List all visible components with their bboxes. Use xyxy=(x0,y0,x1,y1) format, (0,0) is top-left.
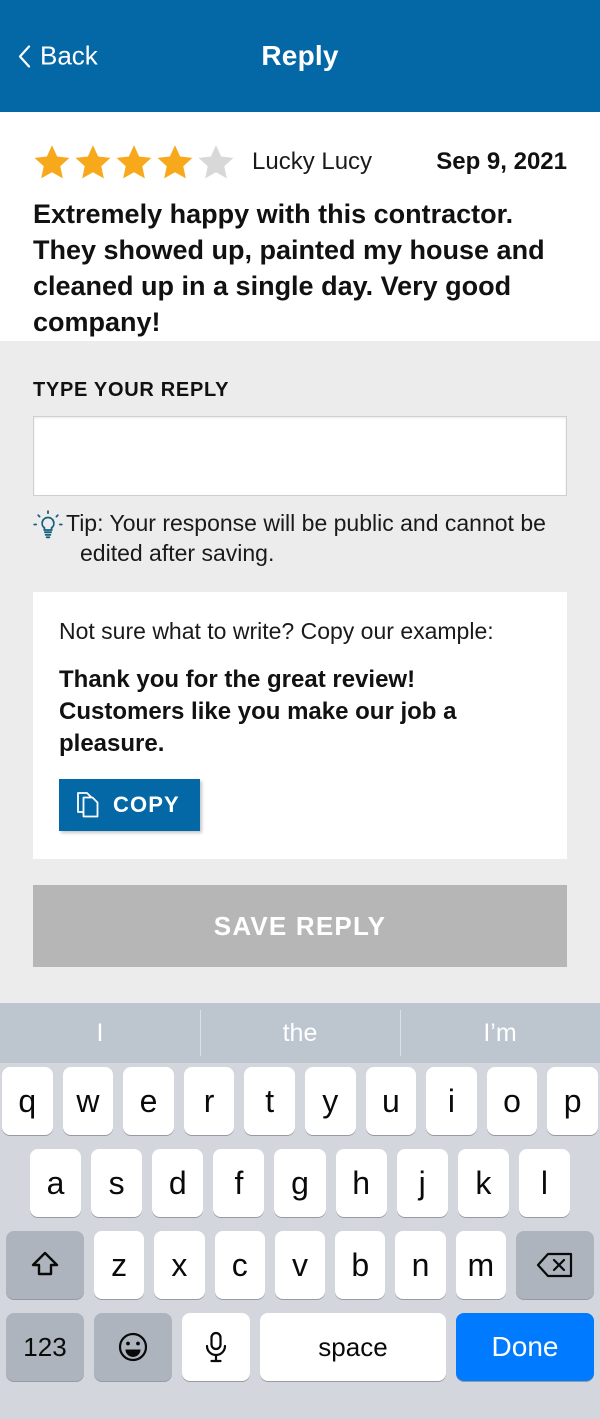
suggestion-2[interactable]: the xyxy=(200,1003,400,1063)
done-key[interactable]: Done xyxy=(456,1313,594,1381)
key-p[interactable]: p xyxy=(547,1067,598,1135)
example-prompt: Not sure what to write? Copy our example… xyxy=(59,618,494,645)
tip-line-1: Tip: Your response will be public and ca… xyxy=(66,509,546,536)
review-header-row: Lucky Lucy Sep 9, 2021 xyxy=(33,142,567,182)
microphone-key[interactable] xyxy=(182,1313,250,1381)
tip-text: Tip: Your response will be public and ca… xyxy=(63,508,546,569)
suggestion-bar: Ithe I’m xyxy=(0,1003,600,1063)
shift-icon xyxy=(28,1248,62,1282)
key-t[interactable]: t xyxy=(244,1067,295,1135)
keyboard-row-4: 123 space Done xyxy=(0,1309,600,1385)
key-r[interactable]: r xyxy=(183,1067,235,1135)
example-text: Thank you for the great review! Customer… xyxy=(59,666,457,757)
review-section: Lucky Lucy Sep 9, 2021 Extremely happy w… xyxy=(0,112,600,341)
key-d[interactable]: d xyxy=(152,1149,204,1217)
key-i[interactable]: i xyxy=(426,1067,477,1135)
copy-button-label: COPY xyxy=(113,792,180,818)
key-m[interactable]: m xyxy=(455,1231,506,1299)
example-card: Not sure what to write? Copy our example… xyxy=(33,592,567,860)
reviewer-name: Lucky Lucy xyxy=(252,148,373,175)
key-q[interactable]: q xyxy=(2,1067,53,1135)
copy-icon xyxy=(75,791,101,819)
chevron-left-icon xyxy=(18,45,31,67)
virtual-keyboard: Ithe I’m qwertyuiop asdfghjkl zxcvbnm 12… xyxy=(0,1003,600,1419)
backspace-icon xyxy=(536,1251,574,1279)
back-button[interactable]: Back xyxy=(14,35,102,78)
key-j[interactable]: j xyxy=(396,1149,448,1217)
copy-button[interactable]: COPY xyxy=(59,779,200,832)
star-filled-icon xyxy=(33,143,71,181)
star-rating xyxy=(33,143,235,181)
app-header: Back Reply xyxy=(0,0,600,112)
key-y[interactable]: y xyxy=(305,1067,356,1135)
numbers-key[interactable]: 123 xyxy=(6,1313,84,1381)
space-key[interactable]: space xyxy=(260,1313,446,1381)
key-c[interactable]: c xyxy=(214,1231,265,1299)
key-u[interactable]: u xyxy=(365,1067,417,1135)
key-l[interactable]: l xyxy=(518,1149,570,1217)
keyboard-row-1: qwertyuiop xyxy=(0,1063,600,1139)
key-a[interactable]: a xyxy=(30,1149,82,1217)
tip-line-2: edited after saving. xyxy=(80,539,275,566)
keyboard-row-3-letters: zxcvbnm xyxy=(94,1231,506,1299)
key-f[interactable]: f xyxy=(213,1149,265,1217)
keyboard-row-2: asdfghjkl xyxy=(0,1145,600,1221)
tip-row: Tip: Your response will be public and ca… xyxy=(33,508,567,569)
microphone-icon xyxy=(203,1330,229,1364)
review-text: Extremely happy with this contractor. Th… xyxy=(33,199,545,337)
lightbulb-icon xyxy=(33,508,63,547)
key-n[interactable]: n xyxy=(395,1231,446,1299)
key-w[interactable]: w xyxy=(62,1067,114,1135)
reply-section: TYPE YOUR REPLY Tip: Your response will … xyxy=(0,340,600,1003)
save-reply-button[interactable]: SAVE REPLY xyxy=(33,885,567,967)
star-filled-icon xyxy=(156,143,194,181)
keyboard-row-3: zxcvbnm xyxy=(0,1227,600,1303)
suggestion-3[interactable]: I’m xyxy=(400,1003,600,1063)
key-e[interactable]: e xyxy=(123,1067,174,1135)
back-button-label: Back xyxy=(40,40,98,71)
review-date: Sep 9, 2021 xyxy=(436,148,567,175)
emoji-key[interactable] xyxy=(94,1313,172,1381)
backspace-key[interactable] xyxy=(516,1231,594,1299)
key-b[interactable]: b xyxy=(335,1231,386,1299)
emoji-icon xyxy=(116,1330,150,1364)
key-h[interactable]: h xyxy=(335,1149,387,1217)
reply-screen: Back Reply Lucky Lucy Sep 9, 2021 Extrem… xyxy=(0,0,600,1419)
reply-field-label: TYPE YOUR REPLY xyxy=(33,378,230,401)
star-filled-icon xyxy=(74,143,112,181)
star-empty-icon xyxy=(197,143,235,181)
reply-input[interactable] xyxy=(33,415,567,496)
key-o[interactable]: o xyxy=(486,1067,538,1135)
key-x[interactable]: x xyxy=(154,1231,205,1299)
key-g[interactable]: g xyxy=(274,1149,326,1217)
key-z[interactable]: z xyxy=(94,1231,145,1299)
key-s[interactable]: s xyxy=(91,1149,143,1217)
suggestion-1[interactable]: I xyxy=(0,1003,200,1063)
key-k[interactable]: k xyxy=(457,1149,509,1217)
shift-key[interactable] xyxy=(6,1231,84,1299)
star-filled-icon xyxy=(115,143,153,181)
key-v[interactable]: v xyxy=(274,1231,326,1299)
